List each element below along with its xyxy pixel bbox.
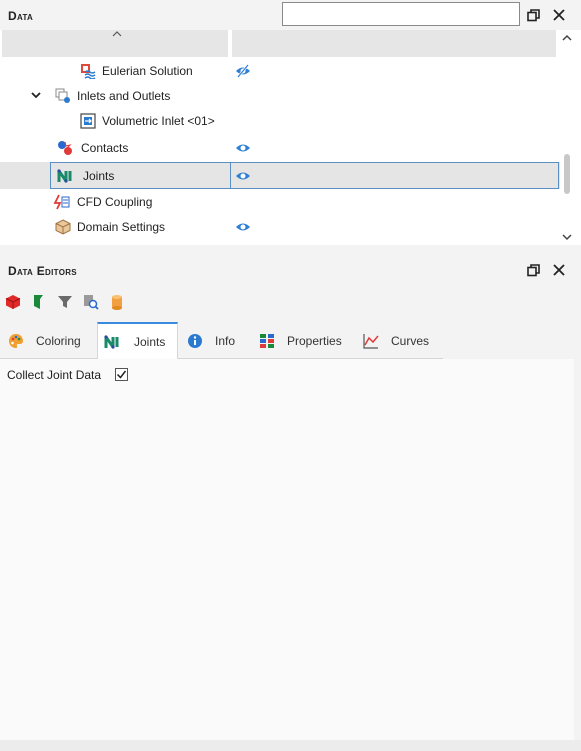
float-panel-button[interactable]	[523, 5, 543, 25]
close-icon	[553, 9, 565, 21]
eye-icon[interactable]	[235, 169, 251, 183]
data-panel-header: Data	[0, 0, 581, 30]
float-window-icon	[526, 8, 540, 21]
scroll-down-icon[interactable]	[561, 231, 573, 241]
tree-label: Domain Settings	[77, 220, 166, 234]
tree-label: CFD Coupling	[77, 195, 153, 209]
eulerian-icon	[80, 63, 96, 80]
editors-toolbar	[0, 290, 581, 314]
curves-icon	[363, 333, 379, 349]
column-header-name[interactable]	[2, 30, 228, 57]
eye-icon[interactable]	[235, 141, 251, 155]
selection-border-left	[50, 162, 231, 189]
domain-settings-icon	[55, 219, 71, 235]
eye-icon[interactable]	[235, 220, 251, 234]
scroll-up-icon[interactable]	[561, 32, 573, 42]
hidden-eye-icon[interactable]	[235, 64, 251, 78]
tree-row-contacts[interactable]: Contacts	[0, 135, 560, 160]
joints-icon	[57, 168, 73, 184]
cylinder-icon	[112, 295, 122, 310]
tree-label: Joints	[83, 169, 115, 183]
cylinder-button[interactable]	[108, 293, 126, 311]
properties-icon	[260, 333, 274, 348]
tree-row-joints[interactable]: Joints	[0, 162, 560, 189]
inlets-outlets-icon	[55, 88, 71, 104]
data-search-input[interactable]	[282, 2, 520, 26]
data-panel-title: Data	[8, 9, 34, 23]
tab-info[interactable]: Info	[187, 322, 235, 359]
data-tree: Eulerian Solution Inlets and Outlets Vol…	[0, 58, 560, 245]
sort-ascending-icon	[112, 30, 122, 41]
tab-joints[interactable]: Joints	[97, 322, 178, 360]
volumetric-inlet-icon	[80, 113, 96, 129]
data-editors-title: Data Editors	[8, 264, 77, 278]
editor-tabs: Coloring Joints Info Properties Curves	[0, 322, 443, 360]
red-cube-button[interactable]	[4, 293, 22, 311]
tab-coloring[interactable]: Coloring	[8, 322, 81, 359]
float-editors-button[interactable]	[523, 260, 543, 280]
tree-label: Inlets and Outlets	[77, 89, 171, 103]
close-icon	[553, 264, 565, 276]
green-flag-button[interactable]	[30, 293, 48, 311]
close-editors-button[interactable]	[549, 260, 569, 280]
selection-border-right	[231, 162, 559, 189]
tab-label: Coloring	[36, 333, 81, 348]
filter-icon	[58, 296, 72, 308]
contacts-icon	[57, 140, 73, 156]
bottom-bar	[0, 740, 581, 751]
tab-label: Joints	[134, 335, 166, 349]
info-icon	[188, 333, 202, 348]
collect-joint-data-label: Collect Joint Data	[7, 368, 102, 382]
data-editors-header: Data Editors	[0, 255, 581, 285]
tab-curves[interactable]: Curves	[363, 322, 429, 359]
collect-joint-data-checkbox[interactable]	[115, 368, 128, 381]
tab-label: Info	[215, 333, 236, 348]
tree-row-volumetric-inlet[interactable]: Volumetric Inlet <01>	[0, 108, 560, 133]
tree-row-cfd-coupling[interactable]: CFD Coupling	[0, 189, 560, 214]
collapse-chevron-icon[interactable]	[30, 89, 42, 101]
search-doc-icon	[84, 295, 99, 310]
float-window-icon	[526, 263, 540, 276]
data-panel: Data Eulerian Solution Inlets and Outlet…	[0, 0, 581, 245]
joints-editor-body: Collect Joint Data	[0, 359, 574, 740]
close-panel-button[interactable]	[549, 5, 569, 25]
tree-label: Volumetric Inlet <01>	[102, 114, 215, 128]
cfd-coupling-icon	[53, 194, 70, 210]
search-doc-button[interactable]	[82, 293, 100, 311]
scrollbar-thumb[interactable]	[564, 154, 570, 194]
red-cube-icon	[5, 295, 21, 309]
tree-column-headers	[0, 30, 560, 58]
filter-button[interactable]	[56, 293, 74, 311]
tree-label: Contacts	[81, 141, 129, 155]
tab-label: Curves	[391, 333, 430, 348]
tree-label: Eulerian Solution	[102, 64, 193, 78]
tree-row-eulerian-solution[interactable]: Eulerian Solution	[0, 58, 560, 83]
palette-icon	[9, 333, 23, 348]
tab-label: Properties	[287, 333, 342, 348]
checkmark-icon	[116, 370, 127, 379]
tree-row-domain-settings[interactable]: Domain Settings	[0, 214, 560, 239]
green-flag-icon	[34, 295, 43, 309]
tree-row-inlets-and-outlets[interactable]: Inlets and Outlets	[0, 83, 560, 108]
tree-scrollbar[interactable]	[560, 30, 574, 245]
tab-properties[interactable]: Properties	[259, 322, 342, 359]
joints-icon	[104, 335, 119, 349]
column-header-visibility[interactable]	[232, 30, 556, 57]
